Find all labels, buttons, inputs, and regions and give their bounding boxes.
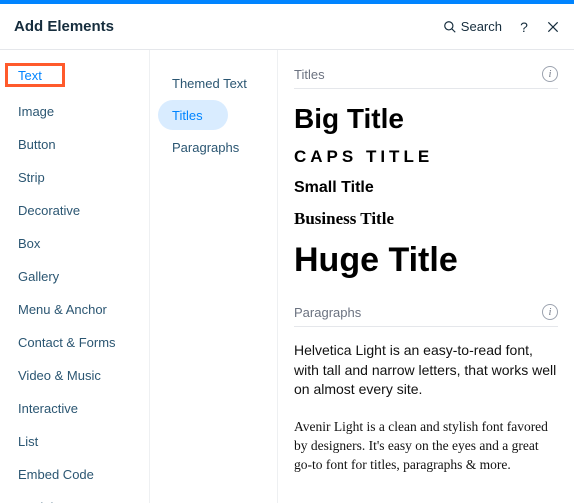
category-decorative[interactable]: Decorative	[0, 194, 149, 227]
category-text[interactable]: Text	[4, 62, 66, 88]
category-social[interactable]: Social	[0, 491, 149, 503]
paragraphs-info-button[interactable]: i	[542, 304, 558, 320]
paragraph-sample-helvetica[interactable]: Helvetica Light is an easy-to-read font,…	[294, 341, 558, 400]
panel-header: Add Elements Search ?	[0, 4, 574, 50]
category-gallery[interactable]: Gallery	[0, 260, 149, 293]
subcategory-titles[interactable]: Titles	[158, 100, 228, 130]
category-menu-anchor[interactable]: Menu & Anchor	[0, 293, 149, 326]
title-sample-big[interactable]: Big Title	[294, 103, 558, 135]
titles-section-label: Titles	[294, 67, 325, 82]
search-button[interactable]: Search	[443, 19, 502, 34]
category-button[interactable]: Button	[0, 128, 149, 161]
category-list: Text Image Button Strip Decorative Box G…	[0, 50, 150, 503]
category-list[interactable]: List	[0, 425, 149, 458]
category-strip[interactable]: Strip	[0, 161, 149, 194]
title-sample-small[interactable]: Small Title	[294, 179, 558, 197]
title-sample-caps[interactable]: CAPS TITLE	[294, 147, 558, 167]
paragraphs-section-header: Paragraphs i	[294, 298, 558, 327]
help-button[interactable]: ?	[516, 19, 532, 35]
titles-section-header: Titles i	[294, 60, 558, 89]
category-embed-code[interactable]: Embed Code	[0, 458, 149, 491]
titles-info-button[interactable]: i	[542, 66, 558, 82]
category-contact-forms[interactable]: Contact & Forms	[0, 326, 149, 359]
header-actions: Search ?	[443, 19, 560, 35]
category-image[interactable]: Image	[0, 95, 149, 128]
subcategory-themed-text[interactable]: Themed Text	[158, 68, 269, 98]
panel-title: Add Elements	[14, 18, 443, 35]
panel-body: Text Image Button Strip Decorative Box G…	[0, 50, 574, 503]
category-box[interactable]: Box	[0, 227, 149, 260]
close-icon	[546, 20, 560, 34]
title-sample-huge[interactable]: Huge Title	[294, 241, 558, 280]
paragraphs-section-label: Paragraphs	[294, 305, 361, 320]
subcategory-paragraphs[interactable]: Paragraphs	[158, 132, 269, 162]
subcategory-list: Themed Text Titles Paragraphs	[150, 50, 278, 503]
search-icon	[443, 20, 457, 34]
search-label: Search	[461, 19, 502, 34]
paragraph-sample-avenir[interactable]: Avenir Light is a clean and stylish font…	[294, 418, 558, 475]
preview-pane: Titles i Big Title CAPS TITLE Small Titl…	[278, 50, 574, 503]
close-button[interactable]	[546, 20, 560, 34]
category-interactive[interactable]: Interactive	[0, 392, 149, 425]
category-video-music[interactable]: Video & Music	[0, 359, 149, 392]
title-sample-business[interactable]: Business Title	[294, 209, 558, 229]
